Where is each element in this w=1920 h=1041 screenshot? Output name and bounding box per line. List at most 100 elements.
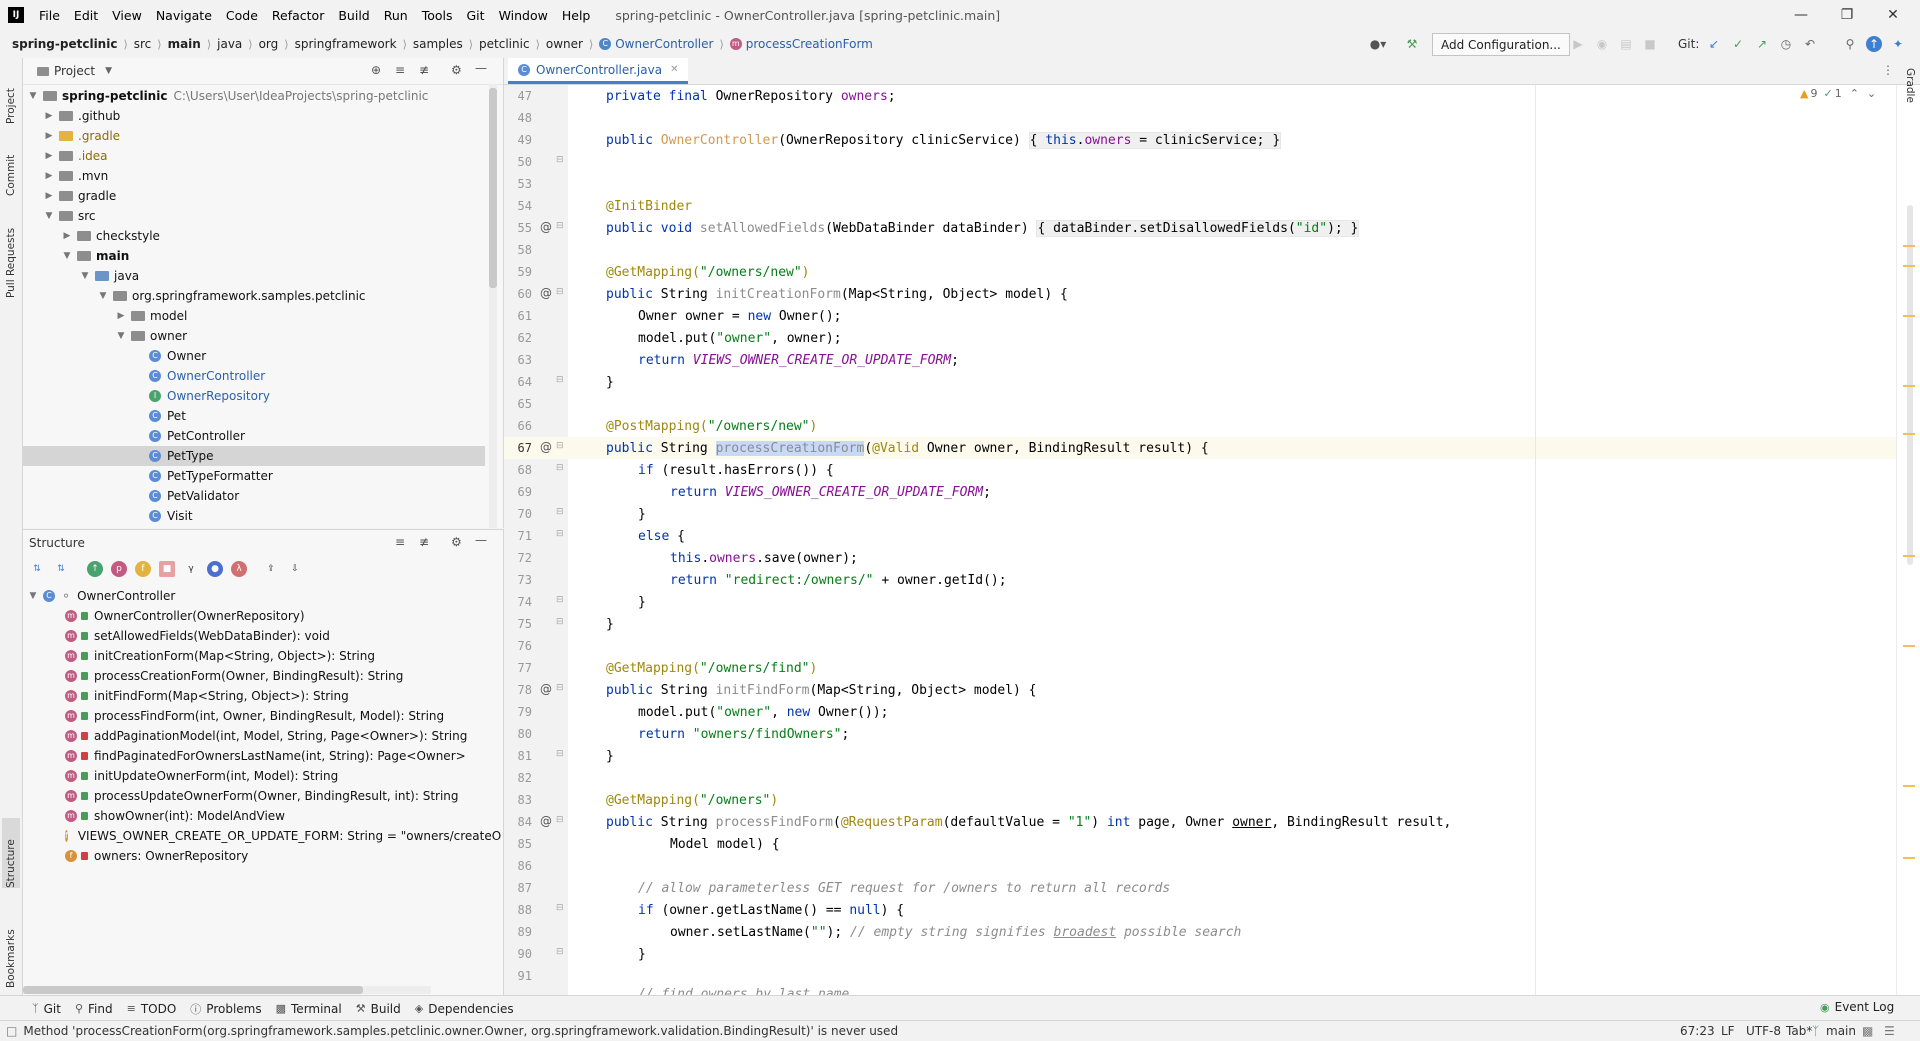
chevron-down-icon[interactable]: ▼: [61, 251, 73, 261]
sort-alpha-icon[interactable]: ⇅: [53, 561, 69, 577]
chevron-right-icon[interactable]: ▶: [43, 131, 55, 141]
fold-icon[interactable]: ⊟: [556, 617, 564, 627]
close-icon[interactable]: ✕: [1870, 0, 1916, 30]
breadcrumb-class[interactable]: C OwnerController: [599, 37, 713, 51]
terminal-tool-button[interactable]: ▩ Terminal: [276, 1002, 342, 1016]
hide-icon[interactable]: —: [475, 61, 487, 75]
collapse-all-icon[interactable]: ≢: [419, 535, 429, 549]
breadcrumb-item[interactable]: owner: [546, 37, 583, 51]
tree-item[interactable]: C OwnerController: [149, 366, 265, 386]
menu-build[interactable]: Build: [331, 8, 376, 23]
dependencies-tool-button[interactable]: ◈ Dependencies: [415, 1002, 514, 1016]
status-message[interactable]: Method 'processCreationForm(org.springfr…: [23, 1024, 898, 1038]
folded-block[interactable]: { this.owners = clinicService; }: [1028, 132, 1282, 149]
gradle-tool-tab[interactable]: Gradle: [1904, 68, 1916, 103]
fold-icon[interactable]: ⊟: [556, 507, 564, 517]
menu-file[interactable]: File: [32, 8, 67, 23]
rollback-icon[interactable]: ↶: [1802, 36, 1818, 52]
show-fields-icon[interactable]: f: [135, 561, 151, 577]
caret-position[interactable]: 67:23: [1680, 1024, 1715, 1038]
show-lambdas-icon[interactable]: γ: [183, 561, 199, 577]
structure-item[interactable]: m initCreationForm(Map<String, Object>): …: [65, 646, 375, 666]
tree-item[interactable]: ▼ owner: [115, 326, 188, 346]
fold-icon[interactable]: ⊟: [556, 463, 564, 473]
tree-item[interactable]: ▶ model: [115, 306, 188, 326]
breadcrumb-method[interactable]: m processCreationForm: [729, 37, 873, 51]
structure-item[interactable]: m setAllowedFields(WebDataBinder): void: [65, 626, 330, 646]
git-push-icon[interactable]: ↗: [1754, 36, 1770, 52]
add-configuration-button[interactable]: Add Configuration...: [1432, 33, 1570, 56]
endpoint-gutter-icon[interactable]: @: [540, 682, 552, 696]
tab-ownercontroller[interactable]: C OwnerController.java ✕: [508, 58, 689, 84]
structure-item[interactable]: m OwnerController(OwnerRepository): [65, 606, 305, 626]
autoscroll-from-source-icon[interactable]: ⇩: [287, 561, 303, 577]
structure-item[interactable]: m findPaginatedForOwnersLastName(int, Str…: [65, 746, 466, 766]
structure-item[interactable]: m showOwner(int): ModelAndView: [65, 806, 285, 826]
fold-icon[interactable]: ⊟: [556, 155, 564, 165]
bookmarks-tool-tab[interactable]: Bookmarks: [2, 908, 20, 988]
tree-item[interactable]: ▶ .mvn: [43, 166, 109, 186]
structure-item[interactable]: m processCreationForm(Owner, BindingResul…: [65, 666, 403, 686]
structure-item[interactable]: f VIEWS_OWNER_CREATE_OR_UPDATE_FORM: Stri…: [65, 826, 501, 846]
fold-icon[interactable]: ⊟: [556, 529, 564, 539]
gear-icon[interactable]: ⚙: [451, 63, 462, 77]
menu-refactor[interactable]: Refactor: [265, 8, 331, 23]
warning-marker[interactable]: [1903, 385, 1915, 387]
inspection-widget[interactable]: ▲ 9 ✓ 1 ⌃ ⌄: [1800, 87, 1876, 100]
collapse-all-icon[interactable]: ≢: [419, 63, 429, 77]
fold-icon[interactable]: ⊟: [556, 903, 564, 913]
tree-item[interactable]: ▼ org.springframework.samples.petclinic: [97, 286, 366, 306]
stop-icon[interactable]: ■: [1642, 36, 1658, 52]
update-available-icon[interactable]: ↑: [1866, 36, 1882, 52]
structure-item[interactable]: m initUpdateOwnerForm(int, Model): String: [65, 766, 338, 786]
warning-marker[interactable]: [1903, 433, 1915, 435]
menu-help[interactable]: Help: [555, 8, 598, 23]
search-icon[interactable]: ⚲: [1842, 36, 1858, 52]
memory-indicator-icon[interactable]: ☰: [1884, 1024, 1895, 1038]
chevron-down-icon[interactable]: ▼: [105, 66, 112, 76]
fold-icon[interactable]: ⊟: [556, 375, 564, 385]
endpoint-gutter-icon[interactable]: @: [540, 440, 552, 454]
locate-icon[interactable]: ⊕: [371, 63, 381, 77]
chevron-down-icon[interactable]: ▼: [79, 271, 91, 281]
indent-setting[interactable]: Tab*: [1786, 1024, 1812, 1038]
show-lambda-icon[interactable]: λ: [231, 561, 247, 577]
project-scrollbar[interactable]: [489, 84, 497, 528]
warning-marker[interactable]: [1903, 555, 1915, 557]
endpoint-gutter-icon[interactable]: @: [540, 220, 552, 234]
expand-all-icon[interactable]: ≡: [395, 63, 405, 77]
tree-item[interactable]: ▶ .gradle: [43, 126, 121, 146]
structure-hscrollbar[interactable]: [23, 986, 431, 994]
fold-icon[interactable]: ⊟: [556, 287, 564, 297]
chevron-right-icon[interactable]: ▶: [43, 111, 55, 121]
tree-item[interactable]: ▼ java: [79, 266, 140, 286]
tree-item[interactable]: ▼ src: [43, 206, 96, 226]
scrollbar-thumb[interactable]: [489, 88, 497, 288]
show-anonymous-icon[interactable]: ●: [207, 561, 223, 577]
menu-view[interactable]: View: [105, 8, 149, 23]
git-tool-button[interactable]: ᛉ Git: [32, 1002, 61, 1016]
structure-root[interactable]: ▼ C ⚬ OwnerController: [27, 586, 176, 606]
breadcrumb-item[interactable]: springframework: [295, 37, 397, 51]
menu-tools[interactable]: Tools: [415, 8, 460, 23]
debug-icon[interactable]: ◉: [1594, 36, 1610, 52]
project-panel-title[interactable]: Project: [54, 64, 95, 78]
endpoint-gutter-icon[interactable]: @: [540, 814, 552, 828]
chevron-right-icon[interactable]: ▶: [43, 191, 55, 201]
breadcrumb-item[interactable]: src: [134, 37, 152, 51]
problems-tool-button[interactable]: ⓘ Problems: [190, 1001, 261, 1017]
next-highlight-icon[interactable]: ⌄: [1867, 87, 1876, 100]
menu-code[interactable]: Code: [219, 8, 265, 23]
fold-icon[interactable]: ⊟: [556, 441, 564, 451]
tree-item[interactable]: C Owner: [149, 346, 206, 366]
file-encoding[interactable]: UTF-8: [1746, 1024, 1781, 1038]
structure-item[interactable]: f owners: OwnerRepository: [65, 846, 248, 866]
menu-window[interactable]: Window: [492, 8, 555, 23]
chevron-down-icon[interactable]: ▼: [115, 331, 127, 341]
chevron-down-icon[interactable]: ▼: [27, 91, 39, 101]
run-icon[interactable]: ▶: [1570, 36, 1586, 52]
menu-edit[interactable]: Edit: [67, 8, 105, 23]
fold-icon[interactable]: ⊟: [556, 595, 564, 605]
project-tool-tab[interactable]: Project: [2, 64, 20, 124]
commit-tool-tab[interactable]: Commit: [2, 136, 20, 196]
